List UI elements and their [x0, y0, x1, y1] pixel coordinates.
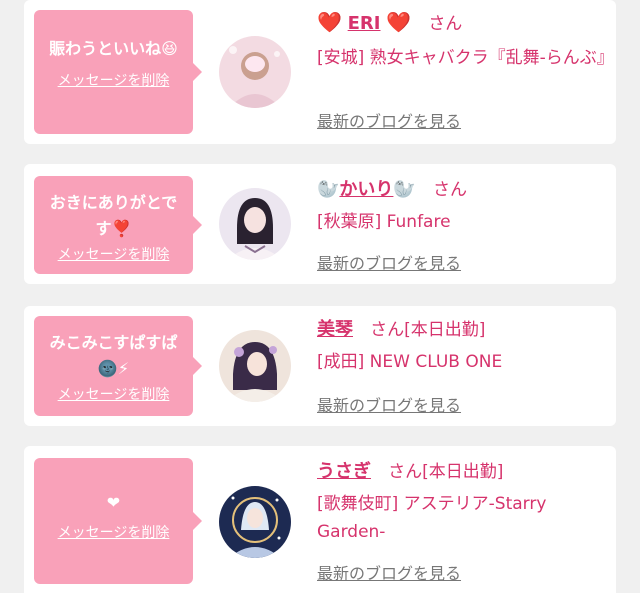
- avatar-photo: [219, 486, 291, 558]
- latest-blog-link[interactable]: 最新のブログを見る: [317, 560, 461, 584]
- seal-icon: 🦭: [393, 179, 416, 200]
- heart-icon: ❤️: [317, 10, 342, 34]
- shop-name: [秋葉原] Funfare: [317, 212, 451, 232]
- delete-message-link[interactable]: メッセージを削除: [58, 384, 170, 404]
- message-card: みこみこすぱすぱ🌚⚡ メッセージを削除 美琴 さん[本日出勤] [成田] NEW…: [24, 306, 616, 426]
- honorific: さん: [388, 462, 423, 482]
- avatar[interactable]: [219, 330, 291, 402]
- latest-blog-link[interactable]: 最新のブログを見る: [317, 392, 461, 416]
- avatar[interactable]: [219, 486, 291, 558]
- avatar-photo: [219, 188, 291, 260]
- delete-message-link[interactable]: メッセージを削除: [58, 522, 170, 542]
- delete-message-link[interactable]: メッセージを削除: [58, 244, 170, 264]
- seal-icon: 🦭: [317, 179, 340, 200]
- girl-name-link[interactable]: ERI: [348, 13, 381, 34]
- status-label: [本日出勤]: [422, 462, 504, 482]
- avatar[interactable]: [219, 36, 291, 108]
- girl-info: 美琴 さん[本日出勤] [成田] NEW CLUB ONE 最新のブログを見る: [317, 316, 607, 415]
- girl-name-link[interactable]: 美琴: [317, 319, 353, 340]
- avatar-photo: [219, 330, 291, 402]
- message-text: ❤: [106, 493, 121, 512]
- message-text: 賑わうといいね😆: [49, 39, 178, 58]
- avatar-photo: [219, 36, 291, 108]
- name-row: 美琴 さん[本日出勤]: [317, 316, 607, 344]
- girl-info: うさぎ さん[本日出勤] [歌舞伎町] アステリア-Starry Garden-…: [317, 458, 607, 583]
- girl-name-link[interactable]: かいり: [339, 179, 393, 200]
- avatar[interactable]: [219, 188, 291, 260]
- status-label: [本日出勤]: [404, 320, 486, 340]
- message-text: おきにありがとです❣️: [49, 193, 178, 238]
- girl-info: 🦭かいり🦭 さん [秋葉原] Funfare 最新のブログを見る: [317, 176, 607, 273]
- message-card: ❤ メッセージを削除 うさぎ さん[本日出勤] [歌舞伎町] アステリア-Sta…: [24, 446, 616, 593]
- message-card: 賑わうといいね😆 メッセージを削除 ❤️ ERI ❤️ さん [安城] 熟女キャ…: [24, 0, 616, 144]
- message-card: おきにありがとです❣️ メッセージを削除 🦭かいり🦭 さん [秋葉原] Funf…: [24, 164, 616, 284]
- message-bubble: 賑わうといいね😆 メッセージを削除: [34, 10, 202, 134]
- heart-icon: ❤️: [386, 10, 412, 34]
- shop-name: [成田] NEW CLUB ONE: [317, 352, 503, 372]
- latest-blog-link[interactable]: 最新のブログを見る: [317, 108, 461, 132]
- girl-name-link[interactable]: うさぎ: [317, 461, 371, 482]
- message-bubble: おきにありがとです❣️ メッセージを削除: [34, 176, 202, 274]
- message-bubble: ❤ メッセージを削除: [34, 458, 202, 584]
- name-row: うさぎ さん[本日出勤]: [317, 458, 607, 486]
- shop-name: [歌舞伎町] アステリア-Starry Garden-: [317, 494, 547, 542]
- honorific: さん: [428, 14, 463, 34]
- girl-info: ❤️ ERI ❤️ さん [安城] 熟女キャバクラ『乱舞-らんぶ』 最新のブログ…: [317, 8, 614, 131]
- name-row: 🦭かいり🦭 さん: [317, 176, 607, 204]
- delete-message-link[interactable]: メッセージを削除: [58, 70, 170, 90]
- message-text: みこみこすぱすぱ🌚⚡: [49, 333, 178, 378]
- shop-name: [安城] 熟女キャバクラ『乱舞-らんぶ』: [317, 48, 614, 68]
- message-bubble: みこみこすぱすぱ🌚⚡ メッセージを削除: [34, 316, 202, 416]
- honorific: さん: [370, 320, 405, 340]
- latest-blog-link[interactable]: 最新のブログを見る: [317, 250, 461, 274]
- honorific: さん: [433, 180, 468, 200]
- name-row: ❤️ ERI ❤️ さん: [317, 8, 607, 38]
